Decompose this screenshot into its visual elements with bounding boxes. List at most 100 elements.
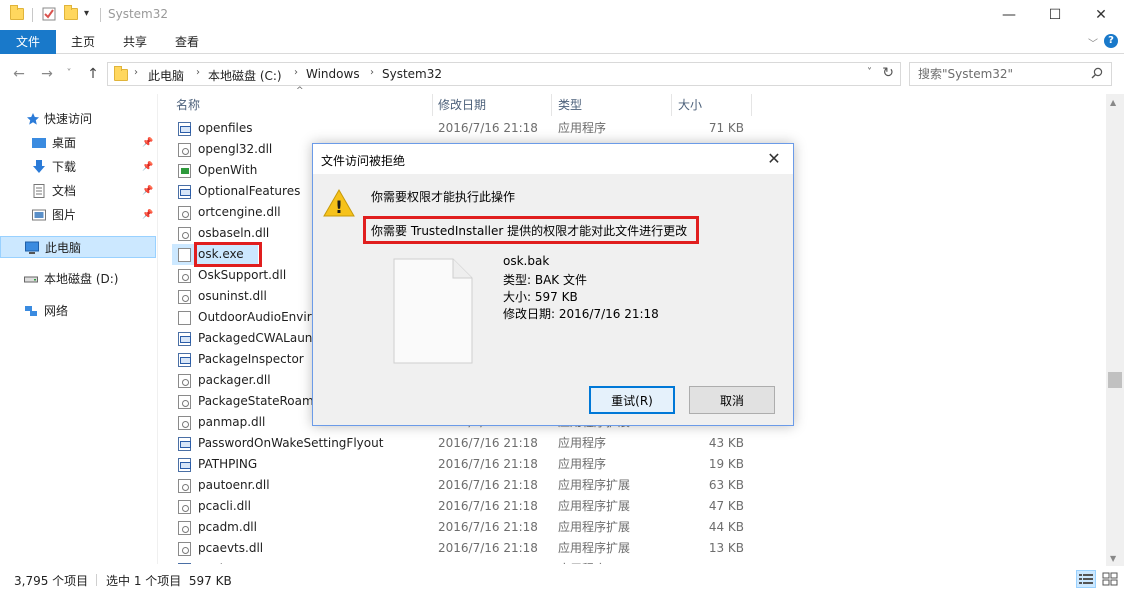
file-row[interactable]: openfiles 2016/7/16 21:18 应用程序 71 KB xyxy=(172,118,752,139)
file-date: 2016/7/16 21:18 xyxy=(438,457,538,471)
tab-home[interactable]: 主页 xyxy=(62,30,104,54)
file-type: 应用程序扩展 xyxy=(558,499,631,513)
breadcrumb-system32[interactable]: System32 xyxy=(382,67,442,81)
column-header-date[interactable]: 修改日期 xyxy=(438,94,548,116)
sidebar-item-downloads[interactable]: 下载 📌 xyxy=(0,156,156,178)
cancel-button[interactable]: 取消 xyxy=(689,386,775,414)
dll-file-icon xyxy=(178,374,191,388)
new-folder-icon[interactable] xyxy=(64,5,78,21)
file-date: 2016/7/16 21:18 xyxy=(438,541,538,555)
sidebar-item-this-pc[interactable]: 此电脑 xyxy=(0,236,156,258)
large-icons-view-button[interactable] xyxy=(1100,570,1120,588)
column-header-size[interactable]: 大小 xyxy=(678,94,748,116)
breadcrumb-separator[interactable]: › xyxy=(370,67,374,78)
column-header-type[interactable]: 类型 xyxy=(558,94,668,116)
breadcrumb-local-disk-c[interactable]: 本地磁盘 (C:) xyxy=(208,67,282,84)
address-dropdown-icon[interactable]: ˅ xyxy=(867,67,872,78)
customize-toolbar-icon[interactable]: ▾ xyxy=(84,8,98,22)
file-preview-icon xyxy=(393,258,473,364)
file-name: OskSupport.dll xyxy=(198,268,287,282)
up-button[interactable]: ↑ xyxy=(84,65,102,83)
scroll-up-icon[interactable]: ▲ xyxy=(1110,98,1116,107)
open-with-icon xyxy=(178,164,191,178)
file-size: 19 KB xyxy=(708,457,744,471)
status-divider xyxy=(96,574,97,586)
download-icon xyxy=(33,160,45,173)
file-row[interactable]: pcaevts.dll 2016/7/16 21:18 应用程序扩展 13 KB xyxy=(172,538,752,559)
column-divider[interactable] xyxy=(432,94,433,116)
application-icon xyxy=(178,353,191,367)
column-divider[interactable] xyxy=(671,94,672,116)
help-icon[interactable]: ? xyxy=(1104,34,1118,48)
breadcrumb-separator[interactable]: › xyxy=(294,67,298,78)
vertical-scrollbar[interactable]: ▲ ▼ xyxy=(1106,94,1124,566)
forward-button[interactable]: → xyxy=(38,65,56,83)
dll-file-icon xyxy=(178,521,191,535)
file-type: 应用程序扩展 xyxy=(558,520,631,534)
recent-locations-button[interactable]: ˅ xyxy=(60,65,78,83)
sidebar-item-label: 快速访问 xyxy=(44,112,93,126)
folder-icon xyxy=(10,5,24,21)
retry-button[interactable]: 重试(R) xyxy=(589,386,675,414)
pin-icon: 📌 xyxy=(142,210,154,220)
close-button[interactable]: ✕ xyxy=(1078,0,1124,30)
details-view-button[interactable] xyxy=(1076,570,1096,588)
breadcrumb-separator[interactable]: › xyxy=(196,67,200,78)
refresh-icon[interactable]: ↻ xyxy=(882,65,894,81)
file-row[interactable]: pautoenr.dll 2016/7/16 21:18 应用程序扩展 63 KB xyxy=(172,475,752,496)
file-row[interactable]: PasswordOnWakeSettingFlyout 2016/7/16 21:… xyxy=(172,433,752,454)
pictures-icon xyxy=(32,209,46,221)
file-date: 2016/7/16 21:18 xyxy=(438,436,538,450)
tab-share[interactable]: 共享 xyxy=(114,30,156,54)
column-divider[interactable] xyxy=(551,94,552,116)
sidebar-item-desktop[interactable]: 桌面 📌 xyxy=(0,132,156,154)
folder-icon xyxy=(114,66,128,81)
sidebar-item-documents[interactable]: 文档 📌 xyxy=(0,180,156,202)
file-type: 类型: BAK 文件 xyxy=(503,273,587,287)
application-icon xyxy=(178,458,191,472)
sidebar-item-local-disk-d[interactable]: 本地磁盘 (D:) xyxy=(0,268,156,290)
breadcrumb-windows[interactable]: Windows xyxy=(306,67,360,81)
file-row[interactable]: pcadm.dll 2016/7/16 21:18 应用程序扩展 44 KB xyxy=(172,517,752,538)
sidebar-item-label: 桌面 xyxy=(52,136,77,150)
column-divider[interactable] xyxy=(751,94,752,116)
file-icon xyxy=(178,248,191,262)
file-row[interactable]: PATHPING 2016/7/16 21:18 应用程序 19 KB xyxy=(172,454,752,475)
file-name: OpenWith xyxy=(198,163,258,177)
sidebar-item-network[interactable]: 网络 xyxy=(0,300,156,322)
sidebar-item-pictures[interactable]: 图片 📌 xyxy=(0,204,156,226)
file-size: 44 KB xyxy=(708,520,744,534)
tab-file[interactable]: 文件 xyxy=(0,30,56,54)
file-size: 63 KB xyxy=(708,478,744,492)
breadcrumb-this-pc[interactable]: 此电脑 xyxy=(148,67,184,84)
dll-file-icon xyxy=(178,416,191,430)
file-modified: 修改日期: 2016/7/16 21:18 xyxy=(503,307,659,321)
file-row[interactable]: pcalua 2016/7/16 21:18 应用程序 29 KB xyxy=(172,559,752,564)
dll-file-icon xyxy=(178,542,191,556)
back-button[interactable]: ← xyxy=(10,65,28,83)
dialog-close-button[interactable]: ✕ xyxy=(759,147,789,171)
application-icon xyxy=(178,563,191,564)
sidebar-item-quick-access[interactable]: 快速访问 xyxy=(0,108,156,130)
application-icon xyxy=(178,332,191,346)
sidebar-item-label: 此电脑 xyxy=(45,241,82,255)
address-bar[interactable]: › 此电脑 › 本地磁盘 (C:) › Windows › System32 ˅… xyxy=(107,62,901,86)
minimize-button[interactable]: — xyxy=(986,0,1032,30)
properties-icon[interactable] xyxy=(42,7,56,21)
dll-file-icon xyxy=(178,500,191,514)
maximize-button[interactable]: ☐ xyxy=(1032,0,1078,30)
scroll-down-icon[interactable]: ▼ xyxy=(1110,554,1116,563)
column-header-name[interactable]: 名称 xyxy=(176,94,426,116)
search-input[interactable] xyxy=(918,64,1088,84)
expand-ribbon-icon[interactable]: ﹀ xyxy=(1088,35,1098,50)
search-icon[interactable] xyxy=(1091,67,1103,79)
scrollbar-thumb[interactable] xyxy=(1108,372,1122,388)
dll-file-icon xyxy=(178,206,191,220)
file-size: 13 KB xyxy=(708,541,744,555)
large-icons-view-icon xyxy=(1102,572,1118,586)
dialog-permission-message: 你需要 TrustedInstaller 提供的权限才能对此文件进行更改 xyxy=(371,224,688,238)
file-name: osbaseln.dll xyxy=(198,226,270,240)
file-row[interactable]: pcacli.dll 2016/7/16 21:18 应用程序扩展 47 KB xyxy=(172,496,752,517)
tab-view[interactable]: 查看 xyxy=(166,30,208,54)
breadcrumb-separator[interactable]: › xyxy=(134,67,138,78)
